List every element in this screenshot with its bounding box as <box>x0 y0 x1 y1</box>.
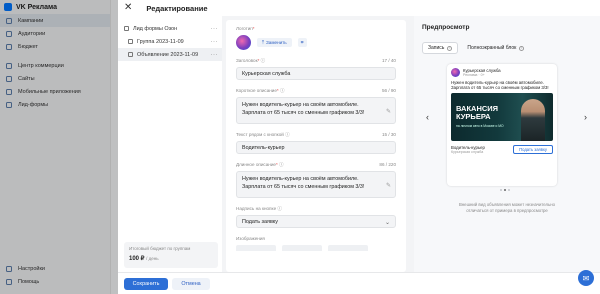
crop-icon[interactable]: ⌗ <box>297 38 307 47</box>
tree-item-label: Группа 2023-11-09 <box>137 38 184 45</box>
card-foot-sub: Курьерская служба <box>451 150 484 154</box>
card-text: Нужен водитель-курьер на своём автомобил… <box>451 80 549 90</box>
button-text-counter: 15 / 30 <box>381 132 396 137</box>
tree-item-label: Лид формы Озон <box>133 25 178 32</box>
person-photo <box>521 99 545 141</box>
info-icon: i <box>447 45 453 51</box>
edit-modal: ✕ Редактирование Лид формы Озон ··· Груп… <box>118 0 600 294</box>
long-desc-text: Нужен водитель-курьер на своём автомобил… <box>242 176 365 190</box>
next-arrow-icon[interactable]: › <box>584 112 587 122</box>
card-image-title: ВАКАНСИЯ КУРЬЕРА <box>456 104 499 121</box>
replace-label: Заменить <box>266 40 287 45</box>
long-desc-label: Длинное описание* ⓘ 86 / 220 <box>236 162 396 167</box>
short-desc-text: Нужен водитель-курьер на своём автомобил… <box>242 102 365 116</box>
preview-note: Внешний вид объявления может незначитель… <box>458 202 556 213</box>
magic-wand-icon[interactable]: ✎ <box>386 182 391 190</box>
tree-item-label: Объявление 2023-11-09 <box>137 51 199 58</box>
headline-input[interactable]: Курьерская служба <box>236 67 396 80</box>
more-icon[interactable]: ··· <box>211 26 219 32</box>
button-text-input[interactable]: Водитель-курьер <box>236 141 396 154</box>
card-cta-button[interactable]: Подать заявку <box>513 145 553 154</box>
ad-icon <box>128 52 133 57</box>
card-image: ВАКАНСИЯ КУРЬЕРА на личном авто в Москве… <box>451 93 553 141</box>
cta-value: Подать заявку <box>242 218 278 225</box>
modal-title: Редактирование <box>146 3 208 13</box>
tree-item-campaign[interactable]: Лид формы Озон ··· <box>118 22 222 35</box>
avatar <box>451 68 460 77</box>
image-slot[interactable] <box>236 245 276 251</box>
logo-label: Логотип* <box>236 26 255 31</box>
budget-unit: / день <box>146 256 159 261</box>
cancel-button[interactable]: Отмена <box>172 278 210 290</box>
image-slot[interactable] <box>328 245 368 251</box>
upload-icon: ⤒ <box>262 40 265 45</box>
images-label: Изображения <box>236 236 265 241</box>
short-desc-label: Короткое описание* ⓘ 56 / 90 <box>236 88 396 93</box>
preview-panel: Предпросмотр Запись i Полноэкранный блок i… <box>414 16 600 272</box>
headline-counter: 17 / 40 <box>381 58 396 63</box>
button-text-label: Текст рядом с кнопкой ⓘ 15 / 30 <box>236 132 396 137</box>
cta-select[interactable]: Подать заявку ⌄ <box>236 215 396 228</box>
long-desc-counter: 86 / 220 <box>379 162 396 167</box>
preview-tabs: Запись i Полноэкранный блок i <box>422 42 529 54</box>
chat-icon[interactable]: ✉ <box>578 270 594 286</box>
more-icon[interactable]: ··· <box>211 52 219 58</box>
ad-preview-card: Курьерская служба Реклама · 0+ Нужен вод… <box>447 64 557 186</box>
budget-amount: 100 ₽ <box>129 256 145 262</box>
modal-footer: Сохранить Отмена <box>118 272 600 294</box>
campaign-icon <box>124 26 129 31</box>
card-sub: Реклама · 0+ <box>463 73 485 77</box>
magic-wand-icon[interactable]: ✎ <box>386 108 391 116</box>
long-desc-input[interactable]: Нужен водитель-курьер на своём автомобил… <box>236 171 396 198</box>
tree-item-ad[interactable]: Объявление 2023-11-09 ··· <box>118 48 222 61</box>
headline-label: Заголовок* ⓘ 17 / 40 <box>236 58 396 63</box>
chevron-down-icon: ⌄ <box>384 220 390 226</box>
short-desc-counter: 56 / 90 <box>381 88 396 93</box>
logo-image <box>236 35 251 50</box>
structure-tree: Лид формы Озон ··· Группа 2023-11-09 ···… <box>118 22 222 272</box>
card-image-subtitle: на личном авто в Москве и МО <box>456 124 504 128</box>
budget-value: 100 ₽ / день <box>129 255 213 262</box>
preview-title: Предпросмотр <box>422 24 470 31</box>
group-icon <box>128 39 133 44</box>
short-desc-input[interactable]: Нужен водитель-курьер на своём автомобил… <box>236 97 396 124</box>
save-button[interactable]: Сохранить <box>124 278 168 290</box>
budget-summary: Итоговый бюджет по группам 100 ₽ / день <box>124 242 218 268</box>
image-slot[interactable] <box>282 245 322 251</box>
prev-arrow-icon[interactable]: ‹ <box>426 112 429 122</box>
replace-logo-button[interactable]: ⤒ Заменить <box>257 38 292 47</box>
ad-form: Логотип* ⤒ Заменить ⌗ Заголовок* ⓘ 17 / 40… <box>226 20 406 272</box>
budget-label: Итоговый бюджет по группам <box>129 246 191 251</box>
tree-item-group[interactable]: Группа 2023-11-09 ··· <box>118 35 222 48</box>
tab-post[interactable]: Запись i <box>422 42 459 54</box>
pagination-dots <box>500 189 510 191</box>
close-icon[interactable]: ✕ <box>124 3 132 13</box>
tab-fullscreen[interactable]: Полноэкранный блок i <box>462 42 529 54</box>
info-icon: i <box>519 45 525 51</box>
cta-label: Надпись на кнопке ⓘ <box>236 206 283 211</box>
more-icon[interactable]: ··· <box>211 39 219 45</box>
modal-header: ✕ Редактирование <box>118 0 600 16</box>
